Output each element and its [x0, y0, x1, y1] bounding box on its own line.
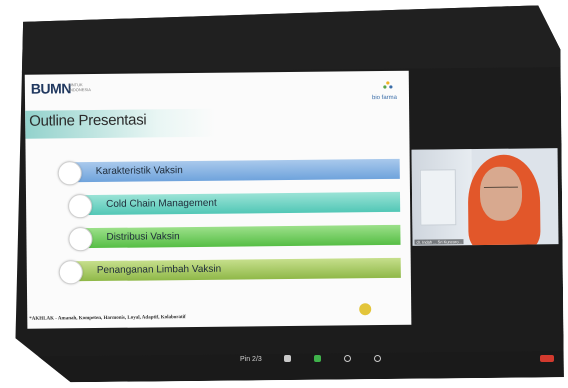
participant-glasses — [484, 187, 518, 194]
end-call-button[interactable] — [540, 355, 554, 362]
meeting-topbar — [12, 5, 561, 73]
chat-icon[interactable] — [284, 355, 291, 362]
meeting-window: BUMN UNTUK INDONESIA bio farma Outline P… — [12, 5, 564, 383]
outline-bullet — [59, 260, 83, 284]
security-icon[interactable] — [344, 355, 351, 362]
outline-item: Cold Chain Management — [80, 192, 400, 215]
outline-item: Karakteristik Vaksin — [70, 159, 400, 182]
outline-bullet — [58, 161, 82, 185]
settings-icon[interactable] — [374, 355, 381, 362]
footer-logo-icon — [359, 303, 371, 315]
slide-title: Outline Presentasi — [29, 111, 147, 130]
bumn-logo-subtitle: UNTUK INDONESIA — [68, 82, 91, 93]
video-window-frame — [420, 169, 457, 225]
footer-logo — [359, 303, 403, 317]
outline-bullet — [68, 194, 92, 218]
outline-item: Distribusi Vaksin — [80, 225, 400, 248]
view-selector[interactable]: Pin 2/3 — [240, 356, 262, 363]
biofarma-logo-icon — [383, 81, 393, 91]
share-screen-icon[interactable] — [314, 355, 321, 362]
participant-name: dr. Indah ... Sri Kuncoro... — [416, 239, 462, 245]
outline-item: Penanganan Limbah Vaksin — [71, 258, 401, 281]
biofarma-brand: bio farma — [371, 94, 398, 102]
bumn-logo: BUMN — [30, 80, 71, 97]
outline-bullet — [68, 227, 92, 251]
shared-slide: BUMN UNTUK INDONESIA bio farma Outline P… — [25, 71, 412, 329]
slide-footer: *AKHLAK - Amanah, Kompeten, Harmonis, Lo… — [29, 315, 186, 322]
participant-video[interactable]: dr. Indah ... Sri Kuncoro... — [412, 148, 559, 246]
